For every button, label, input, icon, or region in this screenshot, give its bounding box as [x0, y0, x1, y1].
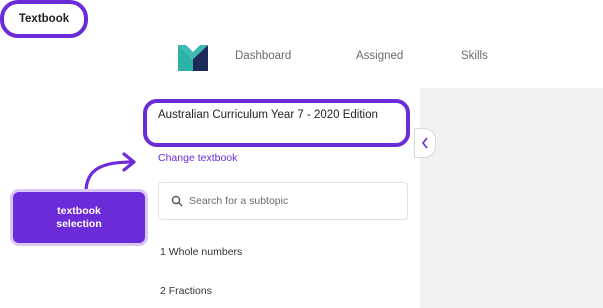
search-icon: [171, 195, 183, 207]
textbook-title: Australian Curriculum Year 7 - 2020 Edit…: [158, 109, 378, 121]
content-pane: [420, 88, 603, 308]
nav-skills[interactable]: Skills: [461, 50, 488, 62]
nav-assigned[interactable]: Assigned: [356, 50, 403, 62]
textbook-selection-callout: textbook selection: [13, 192, 145, 243]
collapse-sidebar-button[interactable]: [414, 128, 436, 158]
nav-textbook-label: Textbook: [18, 13, 70, 25]
callout-text: textbook selection: [56, 204, 102, 230]
textbook-highlight: [143, 99, 410, 147]
chevron-left-icon: [421, 137, 428, 149]
nav-dashboard[interactable]: Dashboard: [235, 50, 291, 62]
top-navigation: Dashboard Assigned Skills Textbook: [0, 0, 603, 88]
topic-item-fractions[interactable]: 2 Fractions: [160, 285, 212, 297]
change-textbook-link[interactable]: Change textbook: [158, 152, 237, 164]
subtopic-search-input[interactable]: [189, 195, 389, 207]
logo-icon[interactable]: [178, 45, 208, 71]
topic-item-whole-numbers[interactable]: 1 Whole numbers: [160, 246, 242, 258]
search-box[interactable]: [158, 182, 408, 220]
nav-textbook[interactable]: Textbook: [0, 0, 88, 38]
curved-arrow-icon: [84, 152, 136, 194]
